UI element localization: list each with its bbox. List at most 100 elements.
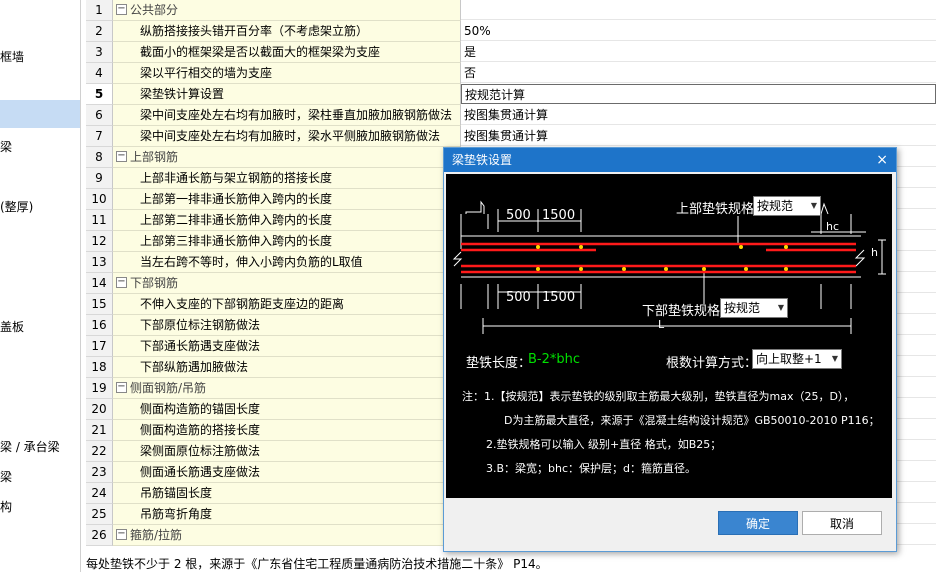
sidebar-item[interactable]: 框墙 — [0, 48, 24, 65]
property-name-cell: 梁中间支座处左右均有加腋时，梁水平侧腋加腋钢筋做法 — [113, 126, 461, 147]
row-number: 24 — [86, 483, 113, 504]
top-spec-label: 上部垫铁规格 — [676, 202, 755, 217]
table-row[interactable]: 2 纵筋搭接接头错开百分率（不考虑架立筋） 50% — [86, 21, 936, 42]
pad-iron-dot — [536, 267, 540, 271]
property-name: 公共部分 — [130, 3, 179, 17]
row-number: 17 — [86, 336, 113, 357]
left-sidebar: 框墙梁 (整厚) 盖板梁 / 承台梁梁构 — [0, 0, 81, 572]
row-number: 19 — [86, 378, 113, 399]
table-row[interactable]: 4 梁以平行相交的墙为支座 否 — [86, 63, 936, 84]
dim-1500-top: 1500 — [542, 208, 576, 223]
sidebar-item[interactable]: 梁 — [0, 138, 12, 155]
property-name-cell: 不伸入支座的下部钢筋距支座边的距离 — [113, 294, 461, 315]
sidebar-item[interactable]: (整厚) — [0, 198, 33, 215]
length-value: B-2*bhc — [528, 352, 581, 367]
count-method-select[interactable]: 向上取整+1 ▼ — [752, 349, 842, 369]
beam-pad-iron-dialog: 梁垫铁设置 × 500 1500 hc h 500 1500 L 上部垫铁规格 … — [443, 147, 897, 552]
property-name: 梁中间支座处左右均有加腋时，梁柱垂直加腋加腋钢筋做法 — [140, 108, 453, 122]
dim-500-bottom: 500 — [506, 290, 531, 305]
chevron-down-icon: ▼ — [831, 354, 838, 363]
property-name: 不伸入支座的下部钢筋距支座边的距离 — [140, 297, 345, 311]
property-name: 吊筋锚固长度 — [140, 486, 213, 500]
pad-iron-dot — [579, 245, 583, 249]
property-value[interactable] — [461, 0, 936, 20]
row-number: 2 — [86, 21, 113, 42]
property-name-cell: 梁垫铁计算设置 — [113, 84, 461, 105]
property-name: 上部第三排非通长筋伸入跨内的长度 — [140, 234, 333, 248]
collapse-icon[interactable]: − — [116, 151, 127, 162]
pad-iron-dot — [622, 267, 626, 271]
property-name-cell: 下部原位标注钢筋做法 — [113, 315, 461, 336]
property-name-cell: 截面小的框架梁是否以截面大的框架梁为支座 — [113, 42, 461, 63]
chevron-down-icon: ▼ — [777, 303, 784, 312]
pad-iron-dot — [536, 245, 540, 249]
top-spec-select[interactable]: 按规范 ▼ — [753, 196, 821, 216]
row-number: 1 — [86, 0, 113, 21]
property-value[interactable]: 是 — [461, 42, 936, 62]
dim-L: L — [658, 318, 665, 331]
sidebar-selection-highlight — [0, 100, 80, 128]
bottom-spec-label: 下部垫铁规格 — [642, 304, 721, 319]
note-line-4: 3.B：梁宽；bhc：保护层；d：箍筋直径。 — [486, 462, 697, 475]
property-name: 上部非通长筋与架立钢筋的搭接长度 — [140, 171, 333, 185]
bottom-spec-select[interactable]: 按规范 ▼ — [720, 298, 788, 318]
property-name-cell: 当左右跨不等时，伸入小跨内负筋的L取值 — [113, 252, 461, 273]
row-number: 25 — [86, 504, 113, 525]
property-name-cell: 梁中间支座处左右均有加腋时，梁柱垂直加腋加腋钢筋做法 — [113, 105, 461, 126]
property-name: 吊筋弯折角度 — [140, 507, 213, 521]
top-spec-value: 按规范 — [757, 199, 794, 213]
property-name: 梁垫铁计算设置 — [140, 87, 225, 101]
row-number: 15 — [86, 294, 113, 315]
collapse-icon[interactable]: − — [116, 382, 127, 393]
status-description: 每处垫铁不少于 2 根，来源于《广东省住宅工程质量通病防治技术措施二十条》 P1… — [86, 556, 936, 572]
collapse-icon[interactable]: − — [116, 4, 127, 15]
cancel-button[interactable]: 取消 — [802, 511, 882, 535]
dim-hc: hc — [826, 220, 840, 233]
table-row[interactable]: 6 梁中间支座处左右均有加腋时，梁柱垂直加腋加腋钢筋做法 按图集贯通计算 — [86, 105, 936, 126]
sidebar-item[interactable]: 梁 — [0, 468, 12, 485]
row-number: 18 — [86, 357, 113, 378]
property-name-cell: − 公共部分 — [113, 0, 461, 21]
property-value[interactable]: 按图集贯通计算 — [461, 126, 936, 146]
property-name-cell: 上部第三排非通长筋伸入跨内的长度 — [113, 231, 461, 252]
property-value[interactable]: 按规范计算 — [461, 84, 936, 104]
property-name-cell: 侧面构造筋的锚固长度 — [113, 399, 461, 420]
row-number: 8 — [86, 147, 113, 168]
close-icon[interactable]: × — [876, 148, 888, 172]
pad-iron-dot — [744, 267, 748, 271]
pad-iron-dot — [784, 245, 788, 249]
property-name: 下部通长筋遇支座做法 — [140, 339, 261, 353]
dialog-title-bar[interactable]: 梁垫铁设置 × — [444, 148, 896, 172]
row-number: 4 — [86, 63, 113, 84]
row-number: 3 — [86, 42, 113, 63]
sidebar-item[interactable]: 盖板 — [0, 318, 24, 335]
property-name: 侧面构造筋的搭接长度 — [140, 423, 261, 437]
pad-iron-dot — [784, 267, 788, 271]
property-value[interactable]: 50% — [461, 21, 936, 41]
property-name: 侧面通长筋遇支座做法 — [140, 465, 261, 479]
collapse-icon[interactable]: − — [116, 277, 127, 288]
diagram-canvas: 500 1500 hc h 500 1500 L 上部垫铁规格 按规范 ▼ 下部… — [446, 174, 892, 498]
row-number: 11 — [86, 210, 113, 231]
group-row[interactable]: 1− 公共部分 — [86, 0, 936, 21]
property-name: 梁中间支座处左右均有加腋时，梁水平侧腋加腋钢筋做法 — [140, 129, 441, 143]
property-name: 当左右跨不等时，伸入小跨内负筋的L取值 — [140, 255, 363, 269]
table-row[interactable]: 5 梁垫铁计算设置 按规范计算 — [86, 84, 936, 105]
property-name-cell: 上部第一排非通长筋伸入跨内的长度 — [113, 189, 461, 210]
pad-iron-dot — [702, 267, 706, 271]
collapse-icon[interactable]: − — [116, 529, 127, 540]
property-name-cell: 吊筋锚固长度 — [113, 483, 461, 504]
property-value[interactable]: 按图集贯通计算 — [461, 105, 936, 125]
sidebar-item[interactable]: 构 — [0, 498, 12, 515]
sidebar-item[interactable]: 梁 / 承台梁 — [0, 438, 60, 455]
property-name-cell: 侧面通长筋遇支座做法 — [113, 462, 461, 483]
property-value[interactable]: 否 — [461, 63, 936, 83]
table-row[interactable]: 7 梁中间支座处左右均有加腋时，梁水平侧腋加腋钢筋做法 按图集贯通计算 — [86, 126, 936, 147]
row-number: 9 — [86, 168, 113, 189]
ok-button[interactable]: 确定 — [718, 511, 798, 535]
row-number: 12 — [86, 231, 113, 252]
property-name-cell: 侧面构造筋的搭接长度 — [113, 420, 461, 441]
table-row[interactable]: 3 截面小的框架梁是否以截面大的框架梁为支座 是 — [86, 42, 936, 63]
count-method-value: 向上取整+1 — [756, 352, 822, 366]
pad-iron-dot — [739, 245, 743, 249]
